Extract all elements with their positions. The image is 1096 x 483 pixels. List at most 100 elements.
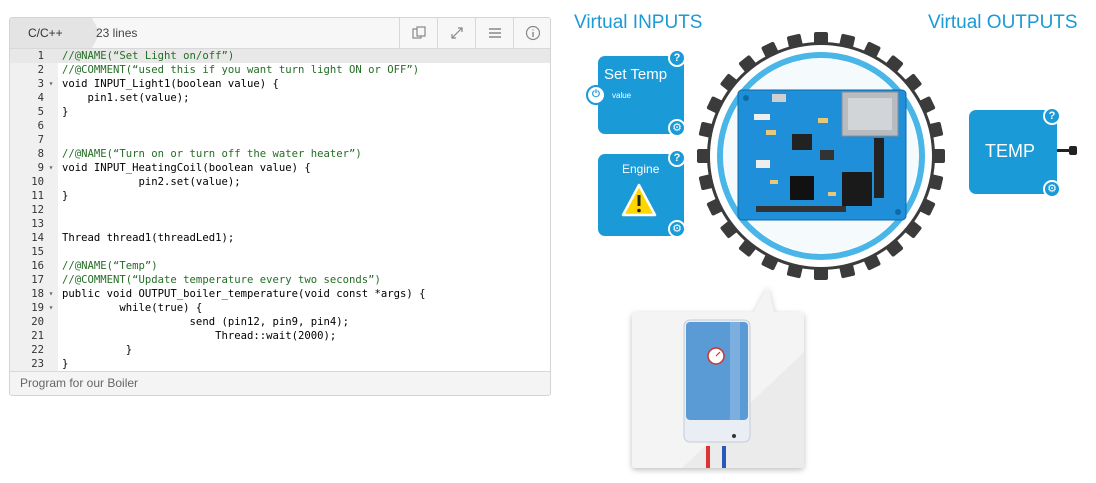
code-line[interactable]: 17 //@COMMENT(“Update temperature every t… (10, 273, 550, 287)
code-line[interactable]: 1 //@NAME(“Set Light on/off”) (10, 49, 550, 63)
engine-gear-icon[interactable]: ⚙ (668, 220, 686, 238)
engine-help-icon[interactable]: ? (668, 149, 686, 167)
code-text: //@COMMENT(“Update temperature every two… (62, 274, 381, 286)
lines-count: 23 lines (96, 26, 138, 40)
code-line[interactable]: 22 } (10, 343, 550, 357)
line-number: 1 (37, 50, 44, 62)
heater-bubble (632, 286, 804, 468)
temp-gear-icon[interactable]: ⚙ (1043, 180, 1061, 198)
code-line[interactable]: 2 //@COMMENT(“used this if you want turn … (10, 63, 550, 77)
temp-output-title: TEMP (985, 141, 1036, 161)
line-number: 5 (37, 106, 44, 118)
code-text: void INPUT_HeatingCoil(boolean value) { (62, 162, 311, 174)
code-line[interactable]: 10 pin2.set(value); (10, 175, 550, 189)
line-number: 8 (37, 148, 44, 160)
fold-toggle-icon[interactable]: ▾ (46, 301, 56, 315)
line-number: 18 (31, 288, 44, 300)
warning-icon (621, 183, 657, 217)
code-line[interactable]: 23} (10, 357, 550, 371)
line-number: 10 (31, 176, 44, 188)
virtual-inputs-heading: Virtual INPUTS (574, 12, 703, 33)
code-line[interactable]: 7 (10, 133, 550, 147)
line-number: 13 (31, 218, 44, 230)
line-number: 6 (37, 120, 44, 132)
copy-icon (411, 26, 426, 39)
line-number: 22 (31, 344, 44, 356)
code-line[interactable]: 15 (10, 245, 550, 259)
set-temp-help-icon[interactable]: ? (668, 49, 686, 67)
fold-toggle-icon[interactable]: ▾ (46, 287, 56, 301)
code-text: //@NAME(“Set Light on/off”) (62, 50, 235, 62)
code-text: Thread thread1(threadLed1); (62, 232, 235, 244)
code-text: pin1.set(value); (62, 92, 190, 104)
engine-title: Engine (622, 162, 660, 176)
code-line[interactable]: 6 (10, 119, 550, 133)
temp-output-block[interactable]: TEMP (969, 110, 1057, 194)
code-line[interactable]: 12 (10, 203, 550, 217)
fold-toggle-icon[interactable]: ▾ (46, 161, 56, 175)
line-number: 15 (31, 246, 44, 258)
code-line[interactable]: 19 ▾ while(true) { (10, 301, 550, 315)
code-text: void INPUT_Light1(boolean value) { (62, 78, 279, 90)
code-line[interactable]: 16 //@NAME(“Temp”) (10, 259, 550, 273)
code-text: } (62, 190, 69, 202)
code-panel: C/C++ 23 lines 1//@NAME(“Set Light on/of… (9, 17, 551, 396)
code-text: pin2.set(value); (62, 176, 241, 188)
code-line[interactable]: 14 Thread thread1(threadLed1); (10, 231, 550, 245)
fold-toggle-icon[interactable]: ▾ (46, 77, 56, 91)
code-text: //@COMMENT(“used this if you want turn l… (62, 64, 420, 76)
line-number: 23 (31, 358, 44, 370)
line-number: 19 (31, 302, 44, 314)
info-icon (525, 25, 540, 41)
line-number: 4 (37, 92, 44, 104)
temp-help-icon[interactable]: ? (1043, 107, 1061, 125)
output-connector-icon (1069, 146, 1077, 155)
copy-button[interactable] (399, 18, 437, 48)
code-editor[interactable]: 1 //@NAME(“Set Light on/off”) 2 //@COMMENT(… (10, 49, 550, 373)
line-number: 17 (31, 274, 44, 286)
code-text: Thread::wait(2000); (62, 330, 337, 342)
line-number: 14 (31, 232, 44, 244)
expand-button[interactable] (437, 18, 475, 48)
code-line[interactable]: 3 ▾ void INPUT_Light1(boolean value) { (10, 77, 550, 91)
line-number: 20 (31, 316, 44, 328)
code-line[interactable]: 13 (10, 217, 550, 231)
line-number: 12 (31, 204, 44, 216)
line-number: 7 (37, 134, 44, 146)
code-text: } (62, 358, 69, 370)
code-line[interactable]: 11} (10, 189, 550, 203)
line-number: 3 (37, 78, 44, 90)
code-line[interactable]: 21 Thread::wait(2000); (10, 329, 550, 343)
menu-icon (488, 28, 501, 38)
expand-icon (450, 27, 463, 39)
language-tab[interactable]: C/C++ (10, 18, 92, 48)
board-image (737, 89, 907, 221)
code-header: C/C++ 23 lines (10, 18, 550, 49)
line-number: 11 (31, 190, 44, 202)
info-button[interactable] (513, 18, 550, 48)
code-text: //@NAME(“Turn on or turn off the water h… (62, 148, 362, 160)
set-temp-title: Set Temp (604, 66, 668, 83)
line-number: 9 (37, 162, 44, 174)
virtual-outputs-heading: Virtual OUTPUTS (928, 12, 1078, 33)
line-number: 2 (37, 64, 44, 76)
code-line[interactable]: 18 ▾ public void OUTPUT_boiler_temperature… (10, 287, 550, 301)
menu-button[interactable] (475, 18, 513, 48)
set-temp-value-label: value (612, 91, 632, 100)
set-temp-gear-icon[interactable]: ⚙ (668, 119, 686, 137)
code-line[interactable]: 20 send (pin12, pin9, pin4); (10, 315, 550, 329)
board-badge (697, 32, 945, 280)
code-line[interactable]: 8 //@NAME(“Turn on or turn off the water … (10, 147, 550, 161)
code-line[interactable]: 5} (10, 105, 550, 119)
input-plug-icon: ⏻ (586, 85, 606, 105)
code-line[interactable]: 9 ▾ void INPUT_HeatingCoil(boolean value) … (10, 161, 550, 175)
line-number: 16 (31, 260, 44, 272)
code-text: while(true) { (62, 302, 203, 314)
code-line[interactable]: 4 pin1.set(value); (10, 91, 550, 105)
code-text: } (62, 344, 133, 356)
code-text: send (pin12, pin9, pin4); (62, 316, 350, 328)
code-text: public void OUTPUT_boiler_temperature(vo… (62, 288, 426, 300)
code-text: } (62, 106, 69, 118)
code-text: //@NAME(“Temp”) (62, 260, 158, 272)
code-footer: Program for our Boiler (10, 371, 550, 395)
